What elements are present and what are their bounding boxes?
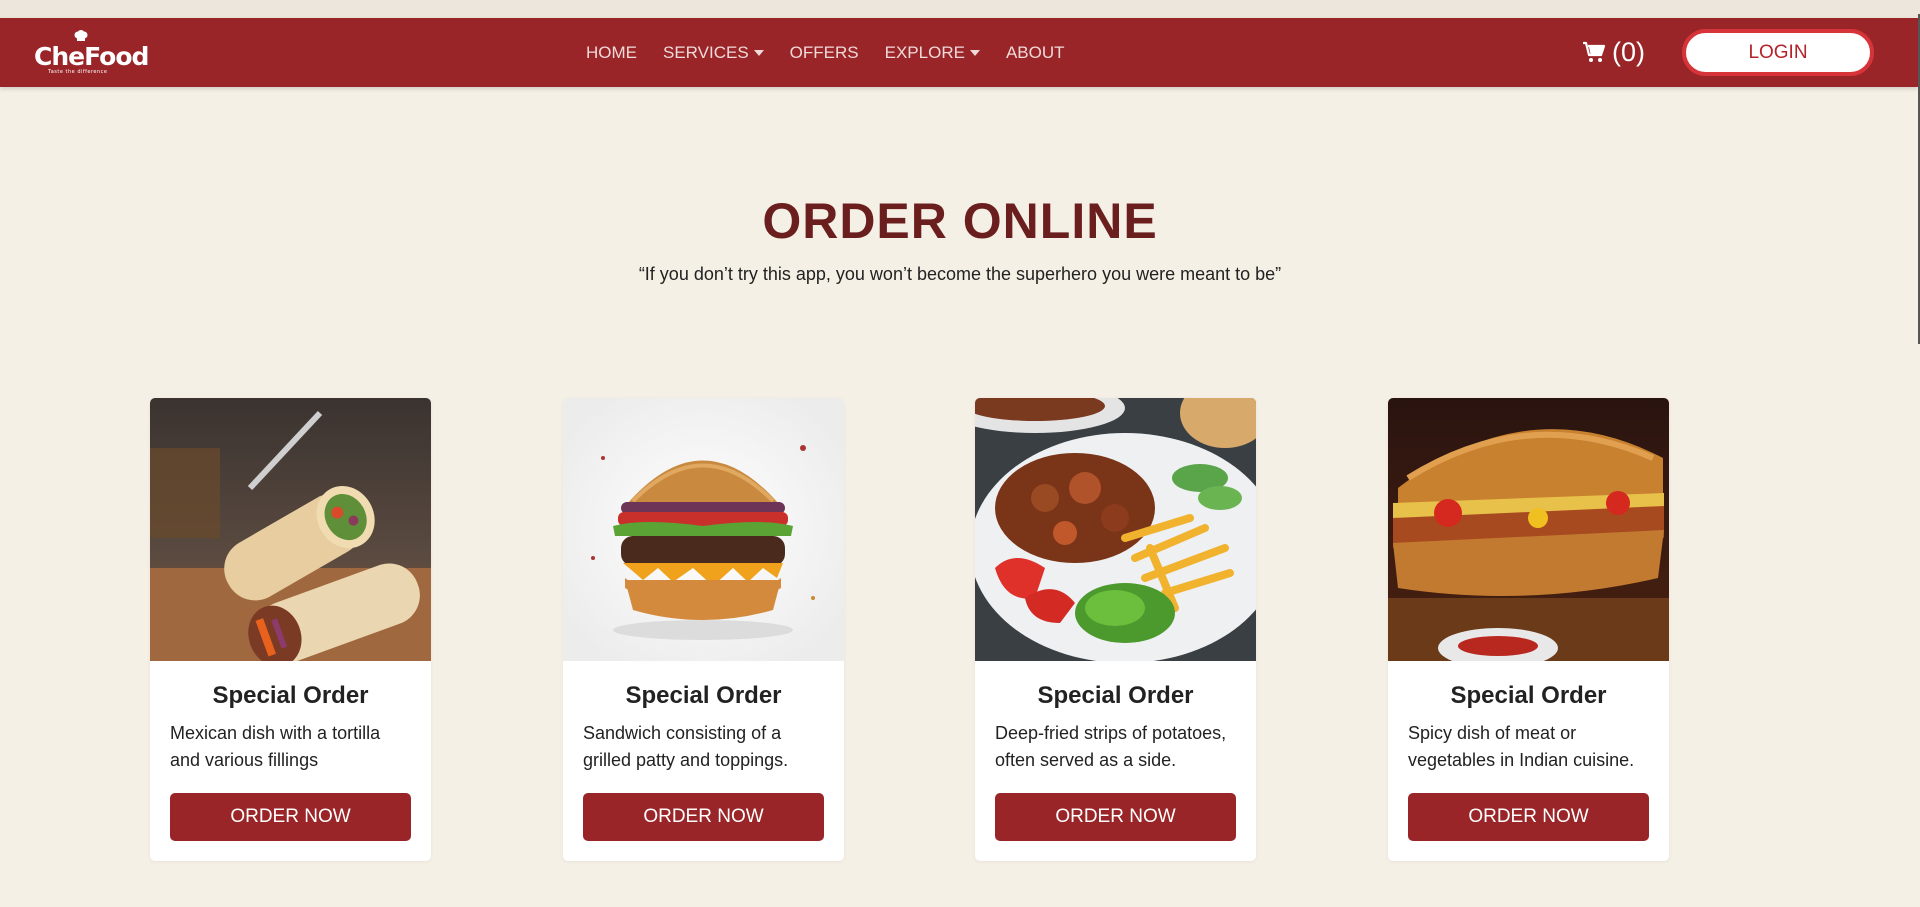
sub-sandwich-image bbox=[1388, 398, 1669, 661]
order-now-button[interactable]: ORDER NOW bbox=[1408, 793, 1649, 841]
cart-button[interactable]: (0) bbox=[1582, 35, 1645, 69]
nav-offers-label: OFFERS bbox=[789, 42, 859, 62]
nav-about[interactable]: ABOUT bbox=[1006, 43, 1065, 63]
nav-explore-label: EXPLORE bbox=[884, 42, 965, 62]
nav-home[interactable]: HOME bbox=[586, 43, 637, 63]
cart-icon bbox=[1583, 41, 1606, 62]
order-now-button[interactable]: ORDER NOW bbox=[995, 793, 1236, 841]
brand-tagline: Taste the difference bbox=[48, 69, 108, 75]
login-button[interactable]: LOGIN bbox=[1682, 29, 1874, 76]
product-card: Special Order Spicy dish of meat or vege… bbox=[1388, 398, 1669, 861]
brand-logo[interactable]: CheFood Taste the difference bbox=[34, 30, 149, 76]
nav-services-label: SERVICES bbox=[663, 42, 749, 62]
chef-hat-icon bbox=[74, 30, 88, 41]
nav-links: HOME SERVICES OFFERS EXPLORE ABOUT bbox=[586, 18, 1091, 87]
browser-top-strip bbox=[0, 0, 1920, 18]
card-description: Sandwich consisting of a grilled patty a… bbox=[583, 723, 789, 770]
nav-explore[interactable]: EXPLORE bbox=[885, 43, 980, 63]
page-title: ORDER ONLINE bbox=[762, 193, 1158, 249]
burger-image bbox=[563, 398, 844, 661]
card-description: Spicy dish of meat or vegetables in Indi… bbox=[1408, 723, 1635, 770]
nav-about-label: ABOUT bbox=[1005, 42, 1065, 62]
card-description: Deep-fried strips of potatoes, often ser… bbox=[995, 723, 1227, 770]
card-title: Special Order bbox=[212, 682, 369, 709]
order-now-button[interactable]: ORDER NOW bbox=[583, 793, 824, 841]
nav-home-label: HOME bbox=[586, 42, 637, 62]
hero-quote: “If you don’t try this app, you won’t be… bbox=[638, 264, 1282, 284]
product-card: Special Order Sandwich consisting of a g… bbox=[563, 398, 844, 861]
nav-services[interactable]: SERVICES bbox=[663, 43, 764, 63]
caret-down-icon bbox=[969, 49, 980, 56]
card-title: Special Order bbox=[1450, 682, 1607, 709]
card-title: Special Order bbox=[1037, 682, 1194, 709]
navbar: CheFood Taste the difference HOME SERVIC… bbox=[0, 18, 1918, 87]
caret-down-icon bbox=[753, 49, 764, 56]
brand-name: CheFood bbox=[34, 42, 149, 71]
kebab-plate-image bbox=[975, 398, 1256, 661]
cart-count: (0) bbox=[1612, 36, 1645, 67]
nav-offers[interactable]: OFFERS bbox=[790, 43, 859, 63]
burrito-image bbox=[150, 398, 431, 661]
card-description: Mexican dish with a tortilla and various… bbox=[170, 723, 381, 770]
product-card: Special Order Mexican dish with a tortil… bbox=[150, 398, 431, 861]
card-title: Special Order bbox=[625, 682, 782, 709]
product-card: Special Order Deep-fried strips of potat… bbox=[975, 398, 1256, 861]
order-now-button[interactable]: ORDER NOW bbox=[170, 793, 411, 841]
